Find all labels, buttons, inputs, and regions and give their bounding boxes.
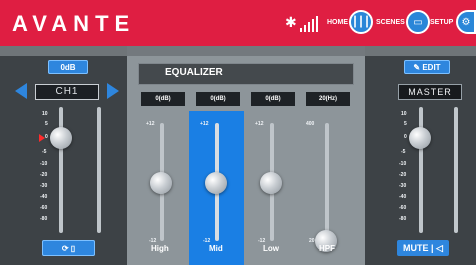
setup-label[interactable]: SETUP xyxy=(430,19,453,26)
brand-logo: AVANTE xyxy=(12,11,136,36)
right-scale--80: -80 xyxy=(399,216,407,222)
home-label[interactable]: HOME xyxy=(327,19,348,26)
right-scale--20: -20 xyxy=(399,172,407,178)
prev-channel-icon[interactable] xyxy=(15,83,27,99)
mid-value: 0(dB) xyxy=(196,92,240,106)
home-button[interactable]: ┃┃┃ xyxy=(349,10,373,34)
hpf-top: 400 xyxy=(306,121,315,127)
gain-button[interactable]: 0dB xyxy=(48,60,88,74)
scenes-button[interactable]: ▭ xyxy=(406,10,430,34)
left-stripe xyxy=(0,46,127,56)
card-icon: ▭ xyxy=(413,16,423,28)
scenes-label[interactable]: SCENES xyxy=(376,19,405,26)
link-icon: ⟳ ▯ xyxy=(61,243,76,253)
hpf-fader-track[interactable] xyxy=(325,123,329,241)
channel-name: CH1 xyxy=(35,84,99,100)
right-scale-5: 5 xyxy=(404,121,407,127)
mid-label: Mid xyxy=(209,244,223,253)
high-top: +12 xyxy=(146,121,155,127)
master-meter xyxy=(454,107,458,233)
speaker-icon: | ◁ xyxy=(428,242,443,253)
signal-icon xyxy=(300,16,318,32)
low-label: Low xyxy=(263,244,279,253)
hpf-label: HPF xyxy=(319,244,335,253)
left-scale--30: -30 xyxy=(40,183,48,189)
hpf-value: 20(Hz) xyxy=(306,92,350,106)
equalizer-icon: ┃┃┃ xyxy=(351,16,371,28)
master-fader-knob[interactable] xyxy=(409,127,431,149)
low-fader-knob[interactable] xyxy=(260,172,282,194)
right-scale--40: -40 xyxy=(399,194,407,200)
right-scale--30: -30 xyxy=(399,183,407,189)
high-value: 0(dB) xyxy=(141,92,185,106)
link-button[interactable]: ⟳ ▯ xyxy=(42,240,95,256)
left-scale-10: 10 xyxy=(42,111,48,117)
left-scale--80: -80 xyxy=(40,216,48,222)
gear-icon: ⚙ xyxy=(461,16,471,28)
pencil-icon: ✎ xyxy=(413,62,423,72)
next-channel-icon[interactable] xyxy=(107,83,119,99)
right-stripe xyxy=(365,46,476,56)
mid-top: +12 xyxy=(200,121,209,127)
setup-button[interactable]: ⚙ xyxy=(456,10,476,34)
left-scale--5: -5 xyxy=(42,149,47,155)
left-scale--10: -10 xyxy=(40,161,48,167)
bluetooth-icon: ✱ xyxy=(285,14,297,30)
equalizer-title: EQUALIZER xyxy=(165,67,223,78)
left-scale--40: -40 xyxy=(40,194,48,200)
master-title: MASTER xyxy=(398,84,462,100)
channel-fader-knob[interactable] xyxy=(50,127,72,149)
hpf-bottom: 20 xyxy=(309,238,315,244)
low-top: +12 xyxy=(255,121,264,127)
right-scale--5: -5 xyxy=(401,149,406,155)
high-label: High xyxy=(151,244,169,253)
master-fader-track[interactable] xyxy=(419,107,423,233)
right-scale--10: -10 xyxy=(399,161,407,167)
edit-button[interactable]: ✎ EDIT xyxy=(404,60,450,74)
left-scale-5: 5 xyxy=(45,121,48,127)
right-scale--60: -60 xyxy=(399,205,407,211)
channel-fader-track[interactable] xyxy=(59,107,63,233)
high-fader-knob[interactable] xyxy=(150,172,172,194)
mute-button[interactable]: MUTE | ◁ xyxy=(397,240,449,256)
left-scale-0: 0 xyxy=(45,134,48,140)
left-scale--20: -20 xyxy=(40,172,48,178)
right-scale-0: 0 xyxy=(404,134,407,140)
channel-meter xyxy=(97,107,101,233)
mid-fader-knob[interactable] xyxy=(205,172,227,194)
low-value: 0(dB) xyxy=(251,92,295,106)
right-scale-10: 10 xyxy=(401,111,407,117)
center-stripe xyxy=(127,46,365,56)
left-scale--60: -60 xyxy=(40,205,48,211)
